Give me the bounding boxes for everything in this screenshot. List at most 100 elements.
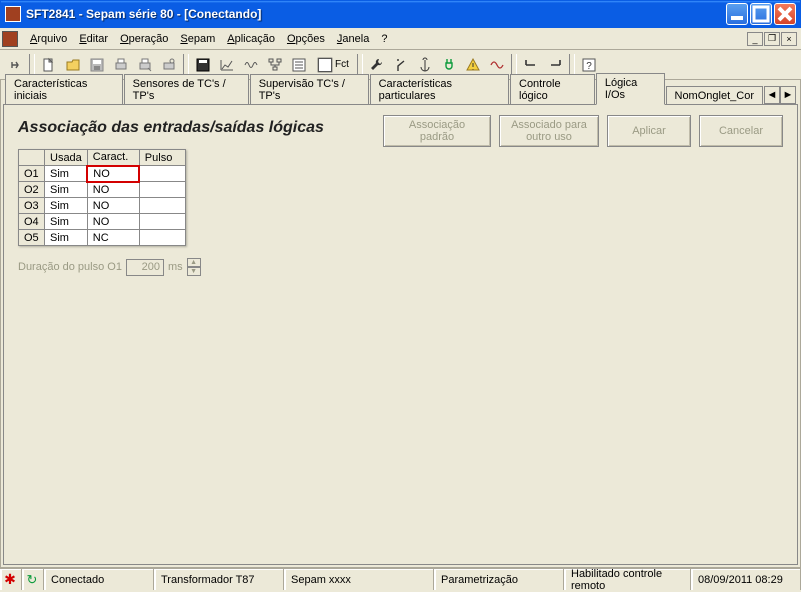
cell-pulso[interactable]	[139, 166, 185, 182]
mdi-close[interactable]: ×	[781, 32, 797, 46]
menu-label: pções	[296, 33, 325, 45]
plug-icon[interactable]	[438, 54, 460, 76]
header-caract: Caract.	[87, 150, 139, 166]
status-refresh-icon: ↻	[22, 569, 44, 590]
tab-controle-logico[interactable]: Controle lógico	[510, 74, 595, 105]
mdi-client: Características iniciais Sensores de TC'…	[0, 80, 801, 568]
fct-button[interactable]: Fct	[312, 54, 354, 76]
menu-label: ditar	[87, 33, 108, 45]
mdi-restore[interactable]: ❐	[764, 32, 780, 46]
header-pulso: Pulso	[139, 150, 185, 166]
sine-icon[interactable]	[486, 54, 508, 76]
menu-opcoes[interactable]: Opções	[281, 31, 331, 47]
save-icon[interactable]	[86, 54, 108, 76]
menu-arquivo[interactable]: Arquivo	[24, 31, 73, 47]
default-association-button[interactable]: Associação padrão	[383, 115, 491, 147]
new-file-icon[interactable]	[38, 54, 60, 76]
cell-pulso[interactable]	[139, 214, 185, 230]
spin-down[interactable]: ▼	[187, 267, 201, 276]
cell-usada[interactable]: Sim	[45, 230, 88, 246]
menu-editar[interactable]: Editar	[73, 31, 114, 47]
cell-usada[interactable]: Sim	[45, 182, 88, 198]
status-datetime: 08/09/2011 08:29	[691, 569, 801, 590]
close-button[interactable]	[774, 3, 796, 25]
menu-label: rquivo	[37, 33, 67, 45]
row-out: O2	[19, 182, 45, 198]
cell-usada[interactable]: Sim	[45, 214, 88, 230]
mdi-minimize[interactable]: _	[747, 32, 763, 46]
print2-icon[interactable]	[134, 54, 156, 76]
open-file-icon[interactable]	[62, 54, 84, 76]
table-row: O3 Sim NO	[19, 198, 186, 214]
tree-icon[interactable]	[264, 54, 286, 76]
cell-usada[interactable]: Sim	[45, 166, 88, 182]
print-preview-icon[interactable]	[158, 54, 180, 76]
pulse-unit: ms	[168, 261, 183, 273]
menu-operacao[interactable]: Operação	[114, 31, 174, 47]
maximize-button[interactable]	[750, 3, 772, 25]
status-mode: Parametrização	[434, 569, 564, 590]
pulse-value-input[interactable]	[126, 259, 164, 276]
svg-text:?: ?	[586, 61, 592, 72]
switch-icon[interactable]	[390, 54, 412, 76]
header-usada: Usada	[45, 150, 88, 166]
tab-caracteristicas-particulares[interactable]: Características particulares	[370, 74, 509, 105]
cell-caract[interactable]: NC	[87, 230, 139, 246]
cancel-button[interactable]: Cancelar	[699, 115, 783, 147]
menu-label: epam	[188, 33, 216, 45]
warning-icon[interactable]	[462, 54, 484, 76]
back-icon[interactable]	[4, 54, 26, 76]
window-title: SFT2841 - Sepam série 80 - [Conectando]	[26, 7, 726, 21]
status-sepam: Sepam xxxx	[284, 569, 434, 590]
print-icon[interactable]	[110, 54, 132, 76]
status-alert-icon: ✱	[0, 569, 22, 590]
table-row: O1 Sim NO	[19, 166, 186, 182]
menu-ajuda[interactable]: ?	[375, 31, 393, 47]
cell-usada[interactable]: Sim	[45, 198, 88, 214]
arrow-left-icon[interactable]	[520, 54, 542, 76]
arrow-right-icon[interactable]	[544, 54, 566, 76]
menu-label: peração	[129, 33, 169, 45]
status-connected: Conectado	[44, 569, 154, 590]
cell-caract[interactable]: NO	[87, 166, 139, 182]
table-row: O5 Sim NC	[19, 230, 186, 246]
menu-label: anela	[342, 33, 369, 45]
row-out: O1	[19, 166, 45, 182]
status-remote: Habilitado controle remoto	[564, 569, 691, 590]
tab-scroll-left[interactable]: ◄	[764, 86, 780, 104]
tab-nomonglet[interactable]: NomOnglet_Cor	[666, 86, 763, 105]
row-out: O5	[19, 230, 45, 246]
menu-aplicacao[interactable]: Aplicação	[221, 31, 281, 47]
wave-icon[interactable]	[240, 54, 262, 76]
tab-sensores[interactable]: Sensores de TC's / TP's	[124, 74, 249, 105]
apply-button[interactable]: Aplicar	[607, 115, 691, 147]
pulse-label: Duração do pulso O1	[18, 261, 122, 273]
app-icon	[5, 6, 21, 22]
list-icon[interactable]	[288, 54, 310, 76]
table-row: O4 Sim NO	[19, 214, 186, 230]
chart-icon[interactable]	[216, 54, 238, 76]
cell-pulso[interactable]	[139, 198, 185, 214]
wrench-icon[interactable]	[366, 54, 388, 76]
tab-caracteristicas-iniciais[interactable]: Características iniciais	[5, 74, 123, 105]
row-out: O3	[19, 198, 45, 214]
other-use-button[interactable]: Associado para outro uso	[499, 115, 599, 147]
cell-caract[interactable]: NO	[87, 198, 139, 214]
cell-caract[interactable]: NO	[87, 214, 139, 230]
pulse-duration-row: Duração do pulso O1 ms ▲ ▼	[18, 258, 783, 276]
tab-supervisao[interactable]: Supervisão TC's / TP's	[250, 74, 369, 105]
spin-up[interactable]: ▲	[187, 258, 201, 267]
minimize-button[interactable]	[726, 3, 748, 25]
cell-pulso[interactable]	[139, 230, 185, 246]
menu-sepam[interactable]: Sepam	[174, 31, 221, 47]
tabpage-logica-ios: Associação das entradas/saídas lógicas A…	[3, 104, 798, 565]
menu-janela[interactable]: Janela	[331, 31, 375, 47]
cell-pulso[interactable]	[139, 182, 185, 198]
tab-scroll-right[interactable]: ►	[780, 86, 796, 104]
table-row: O2 Sim NO	[19, 182, 186, 198]
anchor-icon[interactable]	[414, 54, 436, 76]
floppy-icon[interactable]	[192, 54, 214, 76]
cell-caract[interactable]: NO	[87, 182, 139, 198]
tab-logica-ios[interactable]: Lógica I/Os	[596, 73, 665, 105]
menu-label: plicação	[235, 33, 275, 45]
